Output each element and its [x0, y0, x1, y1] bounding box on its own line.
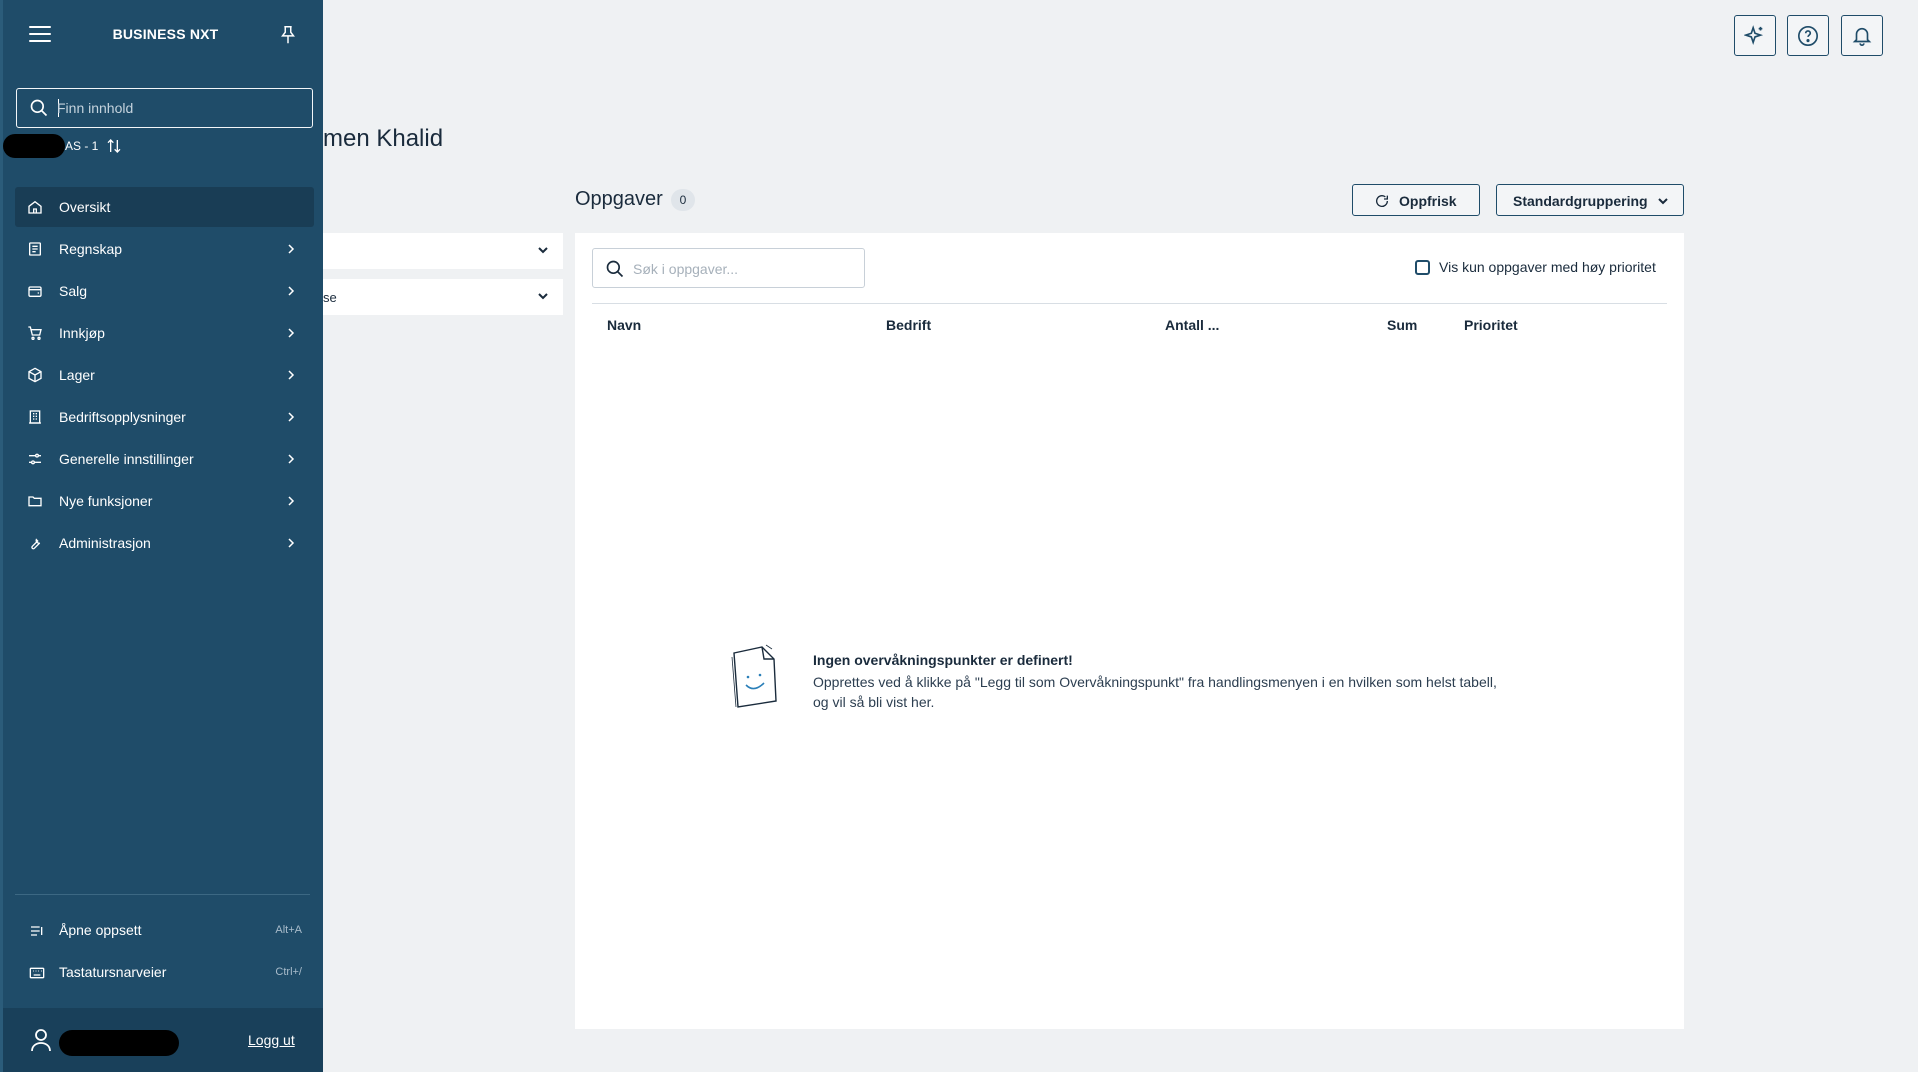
- tasks-search[interactable]: [592, 248, 865, 288]
- open-layout-label: Åpne oppsett: [59, 922, 142, 938]
- sidebar-search[interactable]: [16, 88, 313, 128]
- sidebar-footer: Logg ut: [3, 1008, 323, 1072]
- keyboard-shortcuts-item[interactable]: Tastatursnarveier Ctrl+/: [15, 953, 314, 993]
- sidebar-item-innkjop[interactable]: Innkjøp: [15, 313, 314, 353]
- tasks-search-input[interactable]: [633, 259, 853, 279]
- refresh-icon: [1376, 195, 1389, 207]
- layout-icon: [31, 926, 43, 936]
- collapsible-panel-1[interactable]: [323, 233, 563, 269]
- open-layout-item[interactable]: Åpne oppsett Alt+A: [15, 911, 314, 951]
- sidebar-item-bedriftsopplysninger[interactable]: Bedriftsopplysninger: [15, 397, 314, 437]
- folder-icon: [28, 496, 42, 507]
- column-header-antall[interactable]: Antall ...: [1165, 317, 1219, 333]
- chevron-right-icon: [288, 496, 295, 506]
- high-priority-label[interactable]: Vis kun oppgaver med høy prioritet: [1439, 259, 1656, 275]
- search-icon: [606, 260, 624, 278]
- sidebar-item-label: Generelle innstillinger: [59, 451, 194, 467]
- pin-icon[interactable]: [277, 24, 299, 46]
- help-icon: [1798, 26, 1818, 46]
- panel-2-label: se: [323, 290, 337, 305]
- chevron-down-icon: [1658, 198, 1668, 205]
- sidebar-item-label: Oversikt: [59, 199, 111, 215]
- empty-state-description: Opprettes ved å klikke på "Legg til som …: [813, 672, 1573, 712]
- tasks-count-badge: 0: [671, 189, 695, 211]
- redacted-user-name: [59, 1030, 179, 1056]
- search-icon: [30, 99, 48, 117]
- chevron-down-icon: [538, 293, 548, 300]
- ledger-icon: [29, 242, 41, 256]
- column-header-bedrift[interactable]: Bedrift: [886, 317, 931, 333]
- sidebar-item-label: Administrasjon: [59, 535, 151, 551]
- sidebar-item-label: Salg: [59, 283, 88, 299]
- building-icon: [29, 410, 41, 424]
- sidebar-item-regnskap[interactable]: Regnskap: [15, 229, 314, 269]
- chevron-right-icon: [288, 538, 295, 548]
- user-icon: [31, 1029, 51, 1052]
- wrench-icon: [31, 538, 41, 550]
- chevron-right-icon: [288, 286, 295, 296]
- empty-document-icon: [731, 644, 777, 708]
- sidebar-item-salg[interactable]: Salg: [15, 271, 314, 311]
- empty-state-line-1: Opprettes ved å klikke på "Legg til som …: [813, 674, 1497, 690]
- ai-assistant-button[interactable]: [1734, 15, 1776, 56]
- sidebar-item-label: Lager: [59, 367, 95, 383]
- redacted-company-name: [3, 134, 65, 158]
- keyboard-shortcuts-label: Tastatursnarveier: [59, 964, 167, 980]
- empty-state-line-2: og vil så bli vist her.: [813, 694, 935, 710]
- wallet-icon: [28, 286, 42, 297]
- box-icon: [28, 367, 42, 383]
- keyboard-shortcuts-shortcut: Ctrl+/: [275, 966, 302, 978]
- help-button[interactable]: [1787, 15, 1829, 56]
- company-label: AS - 1: [65, 139, 99, 153]
- bell-icon: [1852, 27, 1872, 46]
- column-header-navn[interactable]: Navn: [607, 317, 641, 333]
- empty-state-title: Ingen overvåkningspunkter er definert!: [813, 652, 1073, 668]
- table-header-divider: [592, 303, 1667, 304]
- sidebar-item-nye-funksjoner[interactable]: Nye funksjoner: [15, 481, 314, 521]
- collapsible-panel-2[interactable]: se: [323, 279, 563, 315]
- column-header-sum[interactable]: Sum: [1387, 317, 1417, 333]
- home-icon: [28, 200, 42, 214]
- refresh-button[interactable]: Oppfrisk: [1352, 184, 1480, 216]
- refresh-label: Oppfrisk: [1399, 193, 1457, 209]
- high-priority-checkbox[interactable]: [1415, 260, 1430, 275]
- notifications-button[interactable]: [1841, 15, 1883, 56]
- chevron-right-icon: [288, 454, 295, 464]
- sidebar-item-lager[interactable]: Lager: [15, 355, 314, 395]
- tasks-title: Oppgaver: [575, 188, 663, 210]
- menu-icon[interactable]: [29, 26, 51, 44]
- sliders-icon: [29, 453, 41, 465]
- company-selector[interactable]: AS - 1: [3, 134, 122, 158]
- sidebar-item-generelle-innstillinger[interactable]: Generelle innstillinger: [15, 439, 314, 479]
- sidebar-item-oversikt[interactable]: Oversikt: [15, 187, 314, 227]
- sidebar-divider: [15, 894, 310, 895]
- sidebar-item-label: Regnskap: [59, 241, 123, 257]
- logout-link[interactable]: Logg ut: [248, 1032, 295, 1048]
- cart-icon: [28, 326, 42, 340]
- column-header-prioritet[interactable]: Prioritet: [1464, 317, 1518, 333]
- open-layout-shortcut: Alt+A: [275, 924, 302, 936]
- swap-vertical-icon[interactable]: [106, 138, 122, 154]
- sidebar-item-administrasjon[interactable]: Administrasjon: [15, 523, 314, 563]
- app-title: BUSINESS NXT: [112, 26, 219, 42]
- keyboard-icon: [29, 967, 45, 979]
- sidebar-item-label: Nye funksjoner: [59, 493, 153, 509]
- tasks-card: Vis kun oppgaver med høy prioritet Navn …: [575, 233, 1684, 1029]
- sparkle-icon: [1744, 25, 1764, 46]
- page-title: men Khalid: [323, 125, 444, 152]
- grouping-dropdown[interactable]: Standardgruppering: [1496, 184, 1684, 216]
- sidebar-item-label: Bedriftsopplysninger: [59, 409, 186, 425]
- sidebar-search-input[interactable]: [57, 97, 297, 119]
- chevron-right-icon: [288, 328, 295, 338]
- chevron-down-icon: [538, 247, 548, 254]
- chevron-right-icon: [288, 370, 295, 380]
- sidebar-item-label: Innkjøp: [59, 325, 105, 341]
- sidebar-header: BUSINESS NXT: [3, 0, 323, 72]
- grouping-label: Standardgruppering: [1513, 193, 1648, 209]
- chevron-right-icon: [288, 244, 295, 254]
- sidebar: BUSINESS NXT AS - 1 Oversikt Regnskap Sa…: [0, 0, 323, 1072]
- chevron-right-icon: [288, 412, 295, 422]
- sidebar-nav: Oversikt Regnskap Salg Innkjøp Lager Bed…: [15, 187, 314, 565]
